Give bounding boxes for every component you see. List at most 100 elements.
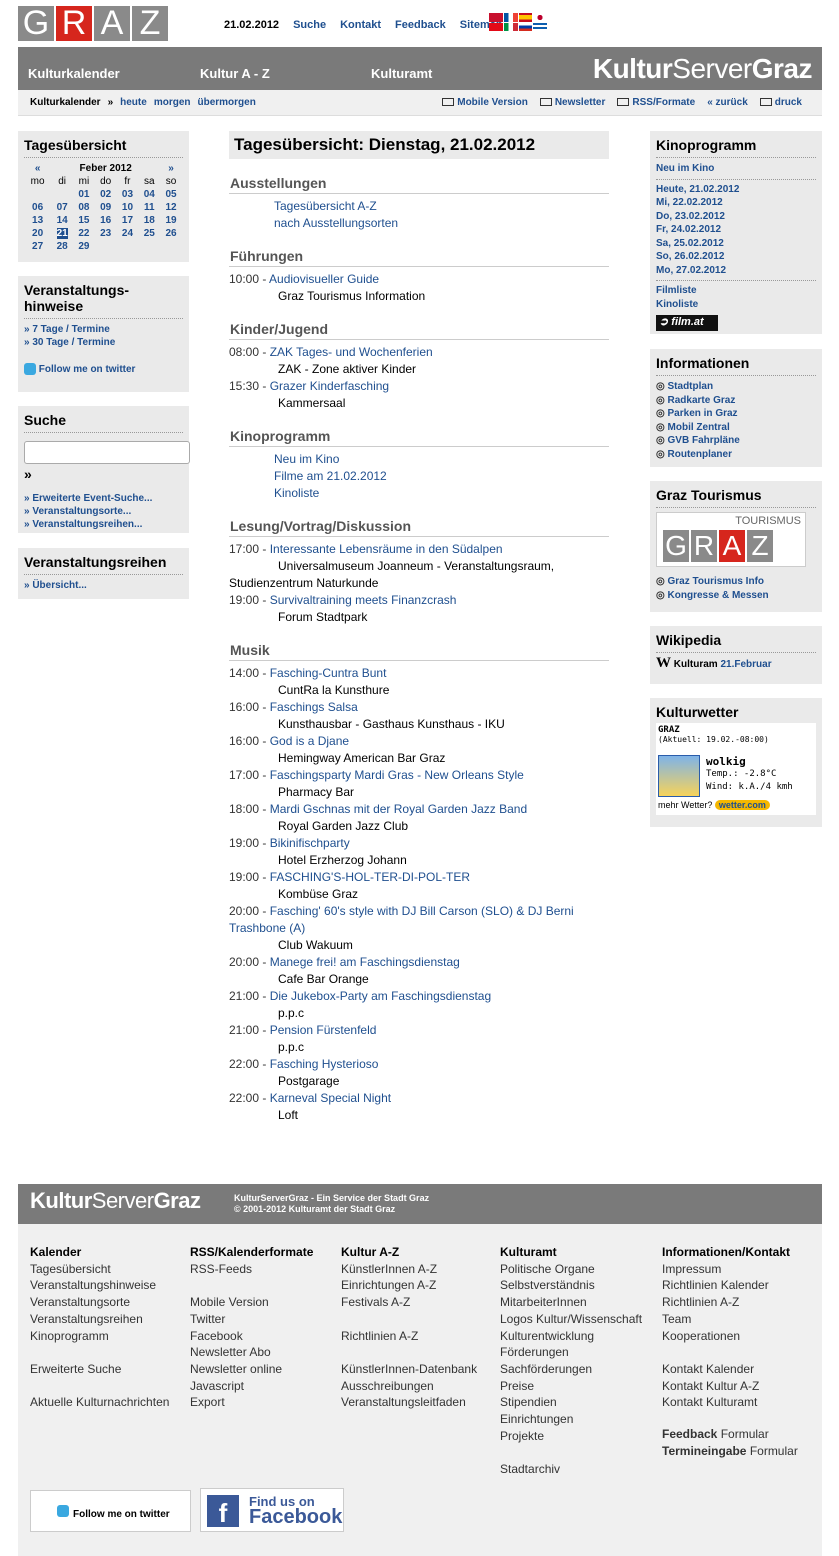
footer-link[interactable]: Kontakt Kalender <box>662 1361 790 1378</box>
event-link[interactable]: Interessante Lebensräume in den Südalpen <box>270 542 503 556</box>
event-link[interactable]: Fasching Hysterioso <box>270 1057 379 1071</box>
top-link-feedback[interactable]: Feedback <box>395 19 446 31</box>
prev-month-button[interactable]: « <box>35 163 41 174</box>
footer-link[interactable]: Mobile Version <box>190 1294 313 1311</box>
top-link-suche[interactable]: Suche <box>293 19 326 31</box>
calendar-day[interactable]: 19 <box>166 215 177 226</box>
calendar-day[interactable]: 16 <box>100 215 111 226</box>
event-link[interactable]: Grazer Kinderfasching <box>270 379 389 393</box>
footer-link[interactable]: Kulturentwicklung <box>500 1328 642 1345</box>
twitter-link[interactable]: Follow me on twitter <box>24 363 135 376</box>
calendar-day[interactable]: 10 <box>122 202 133 213</box>
event-link[interactable]: Fasching' 60's style with DJ Bill Carson… <box>270 904 574 918</box>
footer-link[interactable]: Selbstverständnis <box>500 1277 642 1294</box>
calendar-day[interactable]: 14 <box>57 215 68 226</box>
info-link[interactable]: Mobil Zentral <box>668 422 730 433</box>
event-link-cont[interactable]: Trashbone (A) <box>229 920 609 937</box>
kino-day-link[interactable]: So, 26.02.2012 <box>656 251 724 262</box>
link-veranstaltungsreihen[interactable]: » Veranstaltungsreihen... <box>24 519 142 530</box>
footer-link[interactable]: Kinoprogramm <box>30 1328 169 1345</box>
event-link[interactable]: FASCHING'S-HOL-TER-DI-POL-TER <box>270 870 470 884</box>
footer-link[interactable]: MitarbeiterInnen <box>500 1294 642 1311</box>
link-7-tage[interactable]: » 7 Tage / Termine <box>24 324 110 335</box>
link-neu-im-kino[interactable]: Neu im Kino <box>274 452 339 466</box>
subnav-uebermorgen[interactable]: übermorgen <box>197 97 255 108</box>
footer-link[interactable]: Impressum <box>662 1261 790 1278</box>
footer-link[interactable]: Javascript <box>190 1378 313 1395</box>
event-link[interactable]: Pension Fürstenfeld <box>270 1023 377 1037</box>
kino-day-link[interactable]: Sa, 25.02.2012 <box>656 238 724 249</box>
footer-link[interactable]: Richtlinien A-Z <box>662 1294 790 1311</box>
flag-icon[interactable] <box>533 22 547 31</box>
footer-link[interactable]: Veranstaltungshinweise <box>30 1277 169 1294</box>
footer-twitter-button[interactable]: Follow me on twitter <box>30 1490 191 1532</box>
subnav-heute[interactable]: heute <box>120 97 147 108</box>
termin-formular[interactable]: Formular <box>750 1444 798 1458</box>
footer-link[interactable]: Veranstaltungsorte <box>30 1294 169 1311</box>
calendar-day[interactable]: 11 <box>144 202 155 213</box>
graz-logo[interactable]: G R A Z <box>18 6 168 41</box>
calendar-day[interactable]: 29 <box>78 241 89 252</box>
event-link[interactable]: Karneval Special Night <box>270 1091 391 1105</box>
footer-link[interactable]: RSS-Feeds <box>190 1261 313 1278</box>
link-veranstaltungsorte[interactable]: » Veranstaltungsorte... <box>24 506 131 517</box>
flag-icon[interactable] <box>518 13 533 22</box>
back-link[interactable]: « zurück <box>707 97 748 108</box>
kino-day-link[interactable]: Mi, 22.02.2012 <box>656 197 723 208</box>
flag-icon[interactable] <box>518 22 533 31</box>
footer-link[interactable]: Sachförderungen <box>500 1361 642 1378</box>
link-tourismus-info[interactable]: Graz Tourismus Info <box>668 576 765 587</box>
event-link[interactable]: Die Jukebox-Party am Faschingsdienstag <box>270 989 491 1003</box>
footer-link[interactable]: Veranstaltungsleitfaden <box>341 1394 477 1411</box>
event-link[interactable]: Audiovisueller Guide <box>269 272 379 286</box>
graz-tourismus-logo[interactable]: TOURISMUS G R A Z <box>656 512 806 567</box>
link-uebersicht[interactable]: » Übersicht... <box>24 580 87 591</box>
calendar-day[interactable]: 23 <box>100 228 111 239</box>
calendar-day[interactable]: 04 <box>144 189 155 200</box>
newsletter-link[interactable]: Newsletter <box>539 97 605 108</box>
link-kongresse[interactable]: Kongresse & Messen <box>668 590 769 601</box>
footer-link[interactable]: Einrichtungen <box>500 1411 642 1428</box>
calendar-day[interactable]: 21 <box>56 228 68 239</box>
event-link[interactable]: Faschings Salsa <box>270 700 358 714</box>
footer-link[interactable]: Stadtarchiv <box>500 1461 642 1478</box>
link-21-februar[interactable]: 21.Februar <box>720 659 771 670</box>
calendar-day[interactable]: 27 <box>32 241 43 252</box>
calendar-day[interactable]: 25 <box>144 228 155 239</box>
calendar-day[interactable]: 05 <box>166 189 177 200</box>
calendar-day[interactable]: 09 <box>100 202 111 213</box>
footer-link[interactable]: Festivals A-Z <box>341 1294 477 1311</box>
info-link[interactable]: Stadtplan <box>668 381 714 392</box>
footer-link[interactable]: KünstlerInnen A-Z <box>341 1261 477 1278</box>
calendar-day[interactable]: 24 <box>122 228 133 239</box>
mobile-version-link[interactable]: Mobile Version <box>442 97 528 108</box>
calendar-day[interactable]: 15 <box>78 215 89 226</box>
print-link[interactable]: druck <box>759 97 802 108</box>
link-kinoliste[interactable]: Kinoliste <box>274 486 319 500</box>
footer-link[interactable]: Facebook <box>190 1328 313 1345</box>
kino-day-link[interactable]: Heute, 21.02.2012 <box>656 184 739 195</box>
rss-link[interactable]: RSS/Formate <box>617 97 695 108</box>
footer-link[interactable]: Tagesübersicht <box>30 1261 169 1278</box>
subnav-morgen[interactable]: morgen <box>154 97 191 108</box>
footer-link[interactable]: KünstlerInnen-Datenbank <box>341 1361 477 1378</box>
calendar-day[interactable]: 17 <box>122 215 133 226</box>
footer-link[interactable]: Twitter <box>190 1311 313 1328</box>
info-link[interactable]: Parken in Graz <box>668 408 738 419</box>
footer-link[interactable]: Aktuelle Kulturnachrichten <box>30 1394 169 1411</box>
feedback-formular[interactable]: Formular <box>721 1427 769 1441</box>
nav-kulturkalender[interactable]: Kulturkalender <box>28 66 120 81</box>
filmat-logo[interactable]: ➲ film.at <box>656 315 718 331</box>
calendar-day[interactable]: 22 <box>78 228 89 239</box>
footer-link[interactable]: Richtlinien Kalender <box>662 1277 790 1294</box>
calendar-day[interactable]: 28 <box>57 241 68 252</box>
event-link[interactable]: Fasching-Cuntra Bunt <box>270 666 387 680</box>
info-link[interactable]: GVB Fahrpläne <box>668 435 740 446</box>
search-submit-button[interactable]: » <box>24 467 183 481</box>
nav-kultur-a-z[interactable]: Kultur A - Z <box>200 66 270 81</box>
calendar-day[interactable]: 13 <box>32 215 43 226</box>
kino-day-link[interactable]: Do, 23.02.2012 <box>656 211 725 222</box>
link-filmliste[interactable]: Filmliste <box>656 285 697 296</box>
next-month-button[interactable]: » <box>168 163 174 174</box>
event-link[interactable]: Manege frei! am Faschingsdienstag <box>270 955 460 969</box>
